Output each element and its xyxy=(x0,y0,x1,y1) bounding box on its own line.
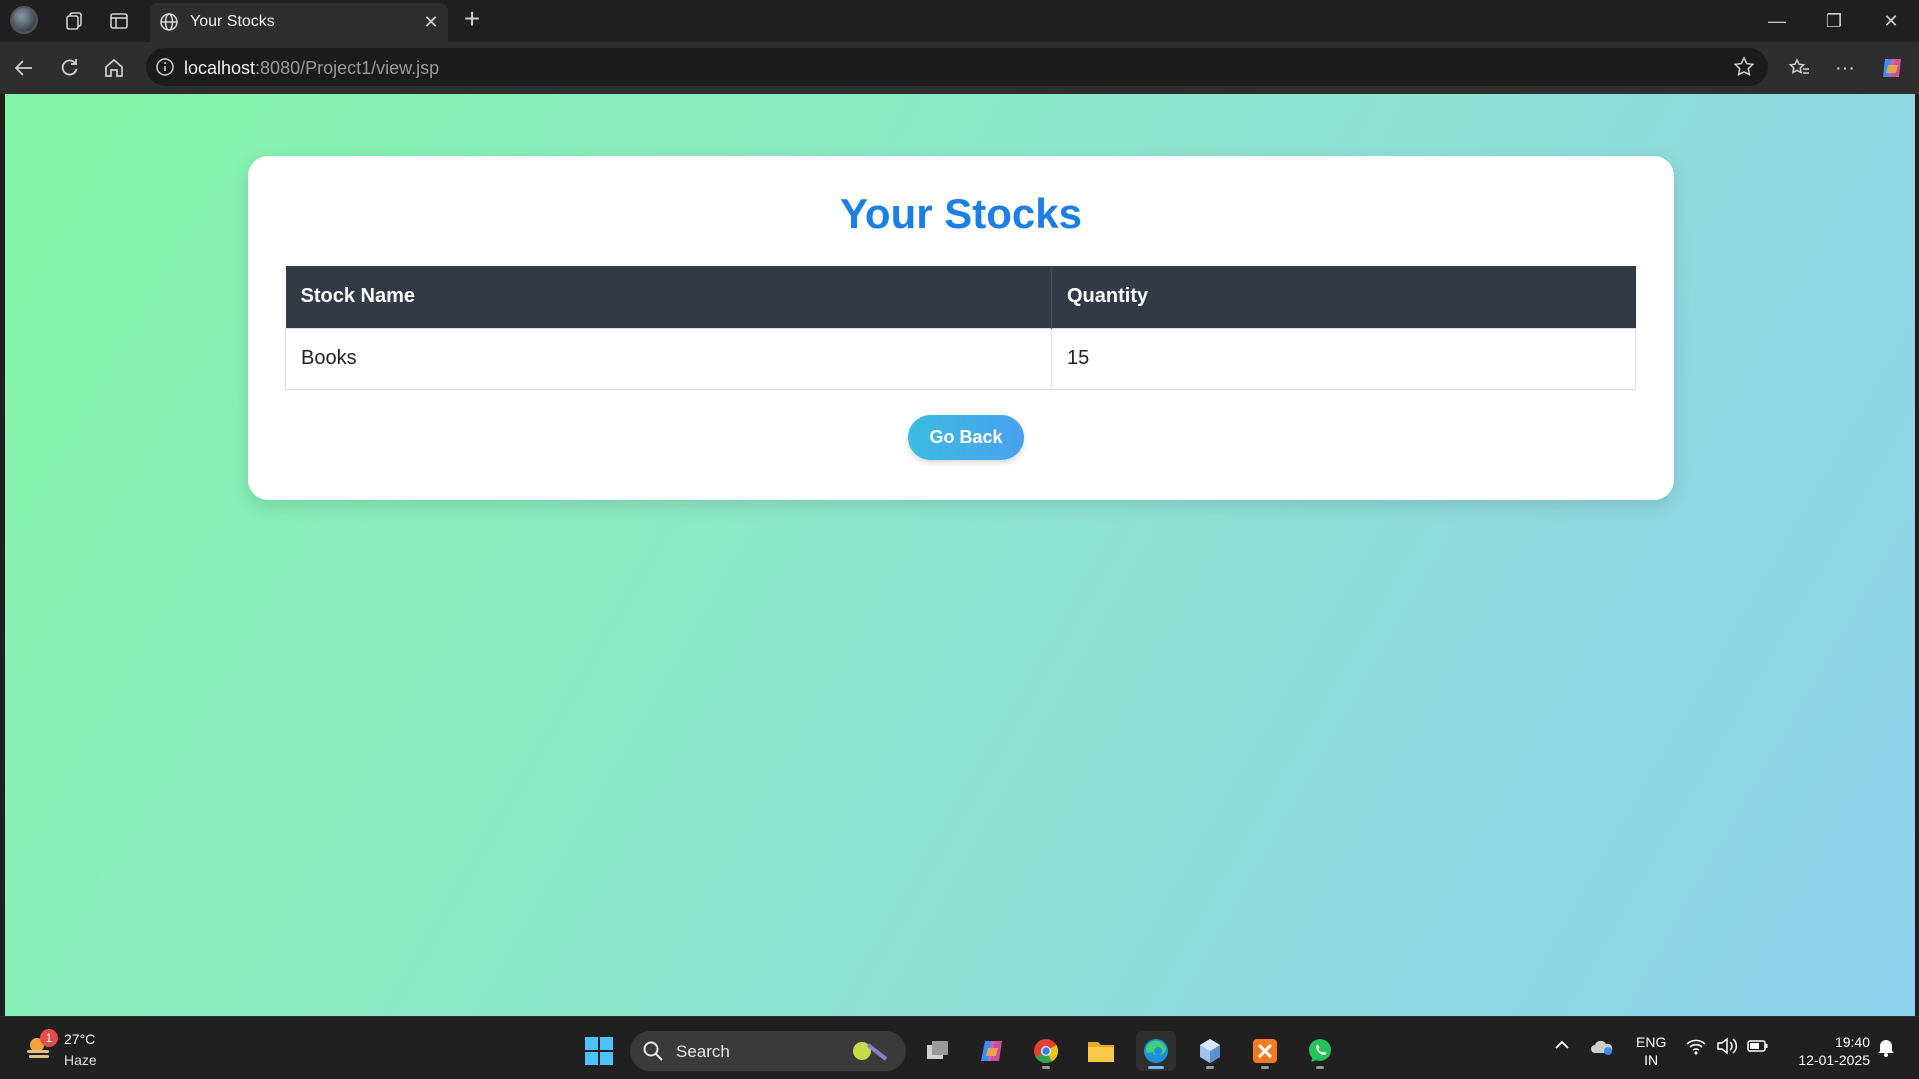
running-indicator xyxy=(1261,1066,1269,1069)
onedrive-icon[interactable] xyxy=(1590,1037,1614,1062)
browser-toolbar: localhost:8080/Project1/view.jsp ··· xyxy=(0,42,1919,94)
stock-name-cell: Books xyxy=(285,327,1052,390)
file-explorer-icon[interactable] xyxy=(1081,1031,1121,1071)
page-viewport: Your Stocks Stock Name Quantity Books 15… xyxy=(5,94,1915,1016)
weather-condition[interactable]: Haze xyxy=(64,1052,97,1068)
wifi-icon[interactable] xyxy=(1686,1037,1706,1060)
search-icon xyxy=(642,1040,664,1062)
column-header-stock-name: Stock Name xyxy=(285,266,1052,328)
whatsapp-icon[interactable] xyxy=(1300,1031,1340,1071)
globe-icon xyxy=(158,11,180,33)
weather-alert-badge: 1 xyxy=(40,1029,58,1047)
windows-start-icon[interactable] xyxy=(584,1036,614,1066)
battery-icon[interactable] xyxy=(1747,1037,1769,1060)
taskbar: 1 27°C Haze Search ENG IN 19:40 12-01-20… xyxy=(0,1016,1919,1079)
volume-icon[interactable] xyxy=(1716,1037,1738,1060)
collections-icon[interactable] xyxy=(61,8,87,34)
language-indicator[interactable]: ENG IN xyxy=(1636,1033,1666,1069)
page-title: Your Stocks xyxy=(840,190,1082,237)
table-header-row: Stock Name Quantity xyxy=(285,266,1636,328)
copilot-icon[interactable] xyxy=(1876,52,1908,84)
refresh-icon[interactable] xyxy=(53,52,85,84)
search-label: Search xyxy=(676,1042,730,1061)
virtualbox-icon[interactable] xyxy=(1190,1031,1230,1071)
url-text[interactable]: localhost:8080/Project1/view.jsp xyxy=(184,58,439,79)
edge-icon[interactable] xyxy=(1136,1031,1176,1071)
close-window-icon[interactable]: ✕ xyxy=(1871,6,1911,36)
active-indicator xyxy=(1148,1066,1164,1069)
table-row: Books 15 xyxy=(285,327,1636,390)
restore-icon[interactable]: ❐ xyxy=(1814,6,1854,36)
favorite-star-icon[interactable] xyxy=(1732,55,1756,79)
tab-title: Your Stocks xyxy=(190,13,275,30)
more-options-icon[interactable]: ··· xyxy=(1829,52,1861,84)
column-header-quantity: Quantity xyxy=(1051,266,1636,328)
go-back-button[interactable]: Go Back xyxy=(908,415,1024,460)
copilot-app-icon[interactable] xyxy=(972,1031,1012,1071)
taskbar-search[interactable]: Search xyxy=(630,1031,906,1071)
stocks-card: Your Stocks Stock Name Quantity Books 15… xyxy=(248,156,1674,500)
task-view-icon[interactable] xyxy=(917,1031,957,1071)
temperature[interactable]: 27°C xyxy=(64,1031,95,1047)
browser-title-bar: Your Stocks ✕ + — ❐ ✕ xyxy=(0,0,1919,42)
running-indicator xyxy=(1042,1066,1050,1069)
stocks-table: Stock Name Quantity Books 15 xyxy=(285,266,1636,390)
chrome-icon[interactable] xyxy=(1026,1031,1066,1071)
notifications-icon[interactable] xyxy=(1876,1037,1896,1062)
minimize-icon[interactable]: — xyxy=(1757,6,1797,36)
profile-avatar[interactable] xyxy=(10,6,38,34)
back-arrow-icon[interactable] xyxy=(8,52,40,84)
site-info-icon[interactable] xyxy=(154,56,176,78)
vertical-tabs-icon[interactable] xyxy=(106,8,132,34)
running-indicator xyxy=(1316,1066,1324,1069)
new-tab-button[interactable]: + xyxy=(458,5,486,34)
favorites-icon[interactable] xyxy=(1784,52,1816,84)
show-hidden-icons-chevron-icon[interactable] xyxy=(1554,1037,1570,1058)
running-indicator xyxy=(1206,1066,1214,1069)
close-tab-icon[interactable]: ✕ xyxy=(420,11,442,33)
system-clock[interactable]: 19:40 12-01-2025 xyxy=(1786,1033,1870,1069)
address-bar[interactable]: localhost:8080/Project1/view.jsp xyxy=(146,48,1768,86)
xampp-icon[interactable] xyxy=(1245,1031,1285,1071)
quantity-cell: 15 xyxy=(1051,327,1636,390)
search-highlight-icon xyxy=(848,1037,892,1065)
tab-your-stocks[interactable]: Your Stocks ✕ xyxy=(150,3,448,42)
home-icon[interactable] xyxy=(98,52,130,84)
